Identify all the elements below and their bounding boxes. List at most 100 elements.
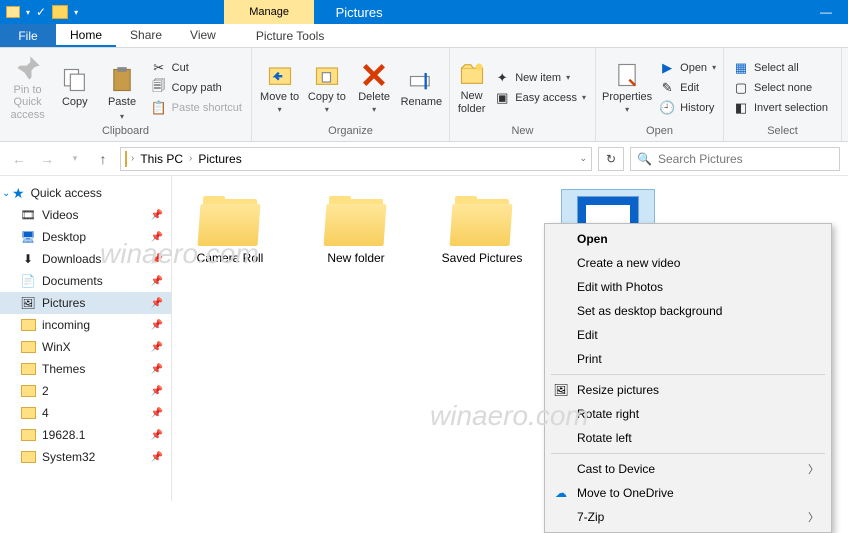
tab-view[interactable]: View	[176, 24, 230, 47]
recent-locations-button[interactable]: ▾	[64, 148, 86, 170]
nav-system32[interactable]: System32📌	[0, 446, 171, 468]
paste-shortcut-button[interactable]: 📋Paste shortcut	[148, 99, 245, 117]
nav-downloads[interactable]: ⬇Downloads📌	[0, 248, 171, 270]
menu-rotate-left[interactable]: Rotate left	[547, 426, 829, 450]
group-new: New folder ✦New item ▾ ▣Easy access ▾ Ne…	[450, 48, 596, 141]
nav-incoming[interactable]: incoming📌	[0, 314, 171, 336]
folder-icon	[20, 339, 36, 355]
refresh-button[interactable]: ↻	[598, 147, 624, 171]
folder-icon	[20, 405, 36, 421]
properties-label: Properties	[602, 91, 652, 104]
group-label-new: New	[456, 125, 589, 141]
select-all-button[interactable]: ▦Select all	[730, 59, 831, 77]
folder-saved-pictures[interactable]: Saved Pictures	[436, 190, 528, 272]
new-item-button[interactable]: ✦New item ▾	[491, 69, 589, 87]
copy-to-button[interactable]: Copy to ▾	[305, 53, 348, 123]
nav-quick-access[interactable]: ⌄ ★ Quick access	[0, 182, 171, 204]
copy-icon	[61, 66, 89, 94]
open-icon: ▶	[659, 60, 675, 76]
checkmark-icon[interactable]: ✓	[36, 5, 46, 19]
nav-2[interactable]: 2📌	[0, 380, 171, 402]
chevron-down-icon: ▾	[372, 105, 376, 114]
folder-icon	[20, 361, 36, 377]
pin-icon: 📌	[151, 364, 163, 375]
folder-icon	[199, 196, 261, 246]
copy-path-button[interactable]: 🗐Copy path	[148, 79, 245, 97]
tab-picture-tools[interactable]: Picture Tools	[244, 24, 336, 47]
nav-winx[interactable]: WinX📌	[0, 336, 171, 358]
nav-videos[interactable]: 🎞Videos📌	[0, 204, 171, 226]
delete-icon	[360, 61, 388, 89]
context-tab-manage: Manage	[224, 0, 314, 24]
menu-edit-with-photos[interactable]: Edit with Photos	[547, 275, 829, 299]
quick-access-toolbar: ▾ ✓ ▾	[0, 0, 84, 24]
menu-7zip[interactable]: 7-Zip〉	[547, 505, 829, 529]
menu-edit[interactable]: Edit	[547, 323, 829, 347]
expand-icon[interactable]: ⌄	[2, 188, 10, 199]
nav-4[interactable]: 4📌	[0, 402, 171, 424]
new-folder-button[interactable]: New folder	[456, 53, 487, 123]
breadcrumb-this-pc[interactable]: This PC	[138, 152, 185, 166]
cut-button[interactable]: ✂Cut	[148, 59, 245, 77]
chevron-right-icon: ›	[131, 153, 134, 164]
nav-pictures[interactable]: 🖼Pictures📌	[0, 292, 171, 314]
pin-icon: 📌	[151, 276, 163, 287]
select-none-button[interactable]: ▢Select none	[730, 79, 831, 97]
breadcrumb-pictures[interactable]: Pictures	[196, 152, 243, 166]
resize-icon: 🖼	[553, 382, 569, 398]
qat-overflow[interactable]: ▾	[74, 8, 78, 17]
nav-themes[interactable]: Themes📌	[0, 358, 171, 380]
folder-new-folder[interactable]: New folder	[310, 190, 402, 272]
delete-label: Delete	[358, 91, 390, 104]
properties-button[interactable]: Properties ▾	[602, 53, 652, 123]
search-placeholder: Search Pictures	[658, 152, 743, 166]
tab-home[interactable]: Home	[56, 24, 116, 47]
tab-share[interactable]: Share	[116, 24, 176, 47]
qat-dropdown-1[interactable]: ▾	[26, 8, 30, 17]
nav-19628-1[interactable]: 19628.1📌	[0, 424, 171, 446]
nav-desktop[interactable]: 🖥Desktop📌	[0, 226, 171, 248]
folder-camera-roll[interactable]: Camera Roll	[184, 190, 276, 272]
search-box[interactable]: 🔍 Search Pictures	[630, 147, 840, 171]
ribbon: Pin to Quick access Copy Paste ▾ ✂Cut 🗐C…	[0, 48, 848, 142]
forward-button[interactable]: →	[36, 148, 58, 170]
nav-documents[interactable]: 📄Documents📌	[0, 270, 171, 292]
copy-button[interactable]: Copy	[53, 53, 96, 123]
folder-icon[interactable]	[52, 5, 68, 19]
address-dropdown[interactable]: ⌄	[579, 153, 587, 164]
group-clipboard: Pin to Quick access Copy Paste ▾ ✂Cut 🗐C…	[0, 48, 252, 141]
folder-icon	[451, 196, 513, 246]
up-button[interactable]: ↑	[92, 148, 114, 170]
videos-icon: 🎞	[20, 207, 36, 223]
paste-button[interactable]: Paste ▾	[100, 53, 143, 123]
menu-open[interactable]: Open	[547, 227, 829, 251]
menu-set-desktop-background[interactable]: Set as desktop background	[547, 299, 829, 323]
invert-selection-button[interactable]: ◧Invert selection	[730, 99, 831, 117]
menu-cast-to-device[interactable]: Cast to Device〉	[547, 457, 829, 481]
move-to-button[interactable]: Move to ▾	[258, 53, 301, 123]
menu-rotate-right[interactable]: Rotate right	[547, 402, 829, 426]
pin-icon: 📌	[151, 386, 163, 397]
easy-access-button[interactable]: ▣Easy access ▾	[491, 89, 589, 107]
pin-icon: 📌	[151, 430, 163, 441]
rename-button[interactable]: Rename	[400, 53, 443, 123]
easy-access-icon: ▣	[494, 90, 510, 106]
menu-separator	[551, 453, 825, 454]
chevron-down-icon: ▾	[325, 105, 329, 114]
app-icon	[6, 6, 20, 18]
address-bar[interactable]: › This PC › Pictures ⌄	[120, 147, 592, 171]
menu-create-video[interactable]: Create a new video	[547, 251, 829, 275]
pin-to-quick-access-button[interactable]: Pin to Quick access	[6, 53, 49, 123]
delete-button[interactable]: Delete ▾	[353, 53, 396, 123]
edit-button[interactable]: ✎Edit	[656, 79, 719, 97]
back-button[interactable]: ←	[8, 148, 30, 170]
menu-resize-pictures[interactable]: 🖼Resize pictures	[547, 378, 829, 402]
folder-icon	[20, 317, 36, 333]
group-organize: Move to ▾ Copy to ▾ Delete ▾ Rename Orga…	[252, 48, 450, 141]
tab-file[interactable]: File	[0, 24, 56, 47]
minimize-button[interactable]: —	[804, 0, 848, 24]
menu-print[interactable]: Print	[547, 347, 829, 371]
open-button[interactable]: ▶Open ▾	[656, 59, 719, 77]
history-button[interactable]: 🕘History	[656, 99, 719, 117]
menu-move-to-onedrive[interactable]: ☁Move to OneDrive	[547, 481, 829, 505]
